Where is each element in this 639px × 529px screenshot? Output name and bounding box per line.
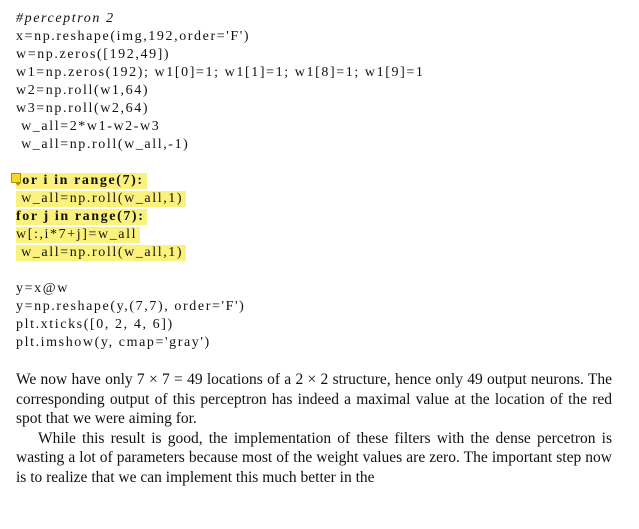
code-line: plt.xticks([0, 2, 4, 6]) [16, 316, 616, 334]
code-line: w=np.zeros([192,49]) [16, 46, 616, 64]
code-text: w2=np.roll(w1,64) [16, 83, 150, 98]
code-line: w3=np.roll(w2,64) [16, 100, 616, 118]
paragraph-2: While this result is good, the implement… [16, 429, 612, 486]
code-line: x=np.reshape(img,192,order='F') [16, 28, 616, 46]
code-listing: #perceptron 2 x=np.reshape(img,192,order=… [11, 10, 616, 352]
code-text: #perceptron 2 [16, 11, 115, 26]
code-text: y=x@w [16, 281, 69, 296]
code-line: for j in range(7): [16, 208, 616, 226]
code-text: w[:,i*7+j]=w_all [16, 227, 141, 243]
paragraph-1: We now have only 7 × 7 = 49 locations of… [16, 371, 612, 427]
code-line: w_all=2*w1-w2-w3 [16, 118, 616, 136]
code-text: for i in range(7): [16, 173, 147, 189]
code-line: w_all=np.roll(w_all,-1) [16, 136, 616, 154]
code-text: w_all=np.roll(w_all,1) [16, 245, 187, 261]
code-line: plt.imshow(y, cmap='gray') [16, 334, 616, 352]
code-text: plt.imshow(y, cmap='gray') [16, 335, 211, 350]
code-line: w_all=np.roll(w_all,1) [16, 190, 616, 208]
code-text: for j in range(7): [16, 209, 148, 225]
code-text: w_all=2*w1-w2-w3 [16, 119, 161, 134]
code-line: w2=np.roll(w1,64) [16, 82, 616, 100]
code-line: w[:,i*7+j]=w_all [16, 226, 616, 244]
code-line: w1=np.zeros(192); w1[0]=1; w1[1]=1; w1[8… [16, 64, 616, 82]
code-text: y=np.reshape(y,(7,7), order='F') [16, 299, 246, 314]
code-text: plt.xticks([0, 2, 4, 6]) [16, 317, 174, 332]
code-line: w_all=np.roll(w_all,1) [16, 244, 616, 262]
sticky-note-icon[interactable] [11, 173, 21, 186]
code-line: y=np.reshape(y,(7,7), order='F') [16, 298, 616, 316]
code-text: w=np.zeros([192,49]) [16, 47, 171, 62]
code-text: w1=np.zeros(192); w1[0]=1; w1[1]=1; w1[8… [16, 65, 425, 80]
code-text: x=np.reshape(img,192,order='F') [16, 29, 251, 44]
code-text: w_all=np.roll(w_all,1) [16, 191, 187, 207]
code-line: y=x@w [16, 280, 616, 298]
code-line: #perceptron 2 [16, 10, 616, 28]
code-text: w_all=np.roll(w_all,-1) [16, 137, 190, 152]
code-line: for i in range(7): [11, 172, 616, 190]
code-text: w3=np.roll(w2,64) [16, 101, 150, 116]
body-text: We now have only 7 × 7 = 49 locations of… [16, 370, 612, 487]
